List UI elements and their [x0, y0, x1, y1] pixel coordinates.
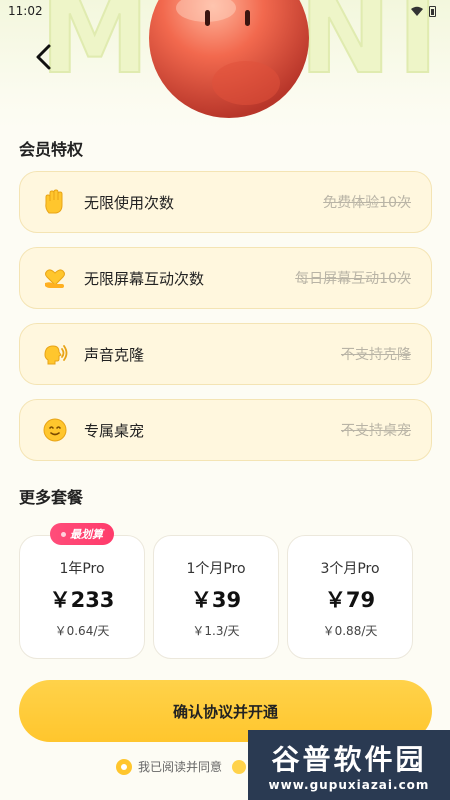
agreement-checkbox[interactable]: [116, 758, 132, 775]
wave-hand-icon: [45, 189, 63, 214]
perk-free-limit: 不支持克隆: [341, 347, 411, 363]
watermark-url: www.gupuxiazai.com: [268, 778, 430, 792]
plan-price: ￥233: [49, 588, 115, 612]
perk-free-limit: 免费体验10次: [323, 195, 411, 211]
wifi-icon: [411, 6, 423, 16]
heart-hand-icon: [45, 269, 65, 288]
perk-label: 声音克隆: [84, 345, 145, 364]
plan-daily-price: ￥0.64/天: [54, 624, 110, 638]
chevron-left-icon: [36, 44, 51, 70]
back-button[interactable]: [26, 40, 60, 74]
plan-name: 3个月Pro: [320, 561, 380, 577]
site-watermark: 谷普软件园 www.gupuxiazai.com: [248, 730, 450, 800]
plans-title: 更多套餐: [19, 488, 84, 507]
plan-card-1-year[interactable]: 1年Pro ￥233 ￥0.64/天: [19, 535, 145, 659]
mascot-ball-image: [149, 0, 309, 118]
perk-card-unlimited-use: 无限使用次数 免费体验10次: [19, 171, 432, 233]
voice-clone-icon: [44, 345, 68, 365]
plan-name: 1个月Pro: [186, 561, 246, 577]
agreement-row: 我已阅读并同意: [116, 758, 247, 775]
plan-name: 1年Pro: [59, 561, 105, 577]
perk-label: 无限屏幕互动次数: [84, 269, 205, 288]
plan-daily-price: ￥0.88/天: [322, 624, 378, 638]
perk-free-limit: 不支持桌宠: [341, 423, 411, 439]
plan-card-1-month[interactable]: 1个月Pro ￥39 ￥1.3/天: [153, 535, 279, 659]
plan-daily-price: ￥1.3/天: [192, 624, 240, 638]
plan-price: ￥79: [324, 588, 376, 612]
best-value-label: 最划算: [70, 528, 103, 541]
plan-price: ￥39: [190, 588, 242, 612]
perk-label: 专属桌宠: [84, 421, 145, 440]
agreement-link-icon[interactable]: [232, 759, 247, 774]
perk-card-voice-clone: 声音克隆 不支持克隆: [19, 323, 432, 385]
best-value-badge: 最划算: [50, 523, 114, 545]
battery-icon: [429, 5, 436, 17]
perk-free-limit: 每日屏幕互动10次: [295, 271, 411, 287]
perks-title: 会员特权: [19, 140, 84, 159]
status-icons: [411, 5, 436, 17]
badge-dot-icon: [61, 531, 66, 537]
perk-card-unlimited-interaction: 无限屏幕互动次数 每日屏幕互动10次: [19, 247, 432, 309]
perk-card-desktop-pet: 专属桌宠 不支持桌宠: [19, 399, 432, 461]
desktop-pet-icon: [43, 418, 67, 442]
status-time: 11:02: [8, 4, 43, 18]
agreement-text: 我已阅读并同意: [138, 760, 223, 774]
plan-card-3-months[interactable]: 3个月Pro ￥79 ￥0.88/天: [287, 535, 413, 659]
watermark-title: 谷普软件园: [271, 743, 427, 776]
perk-label: 无限使用次数: [84, 193, 175, 212]
